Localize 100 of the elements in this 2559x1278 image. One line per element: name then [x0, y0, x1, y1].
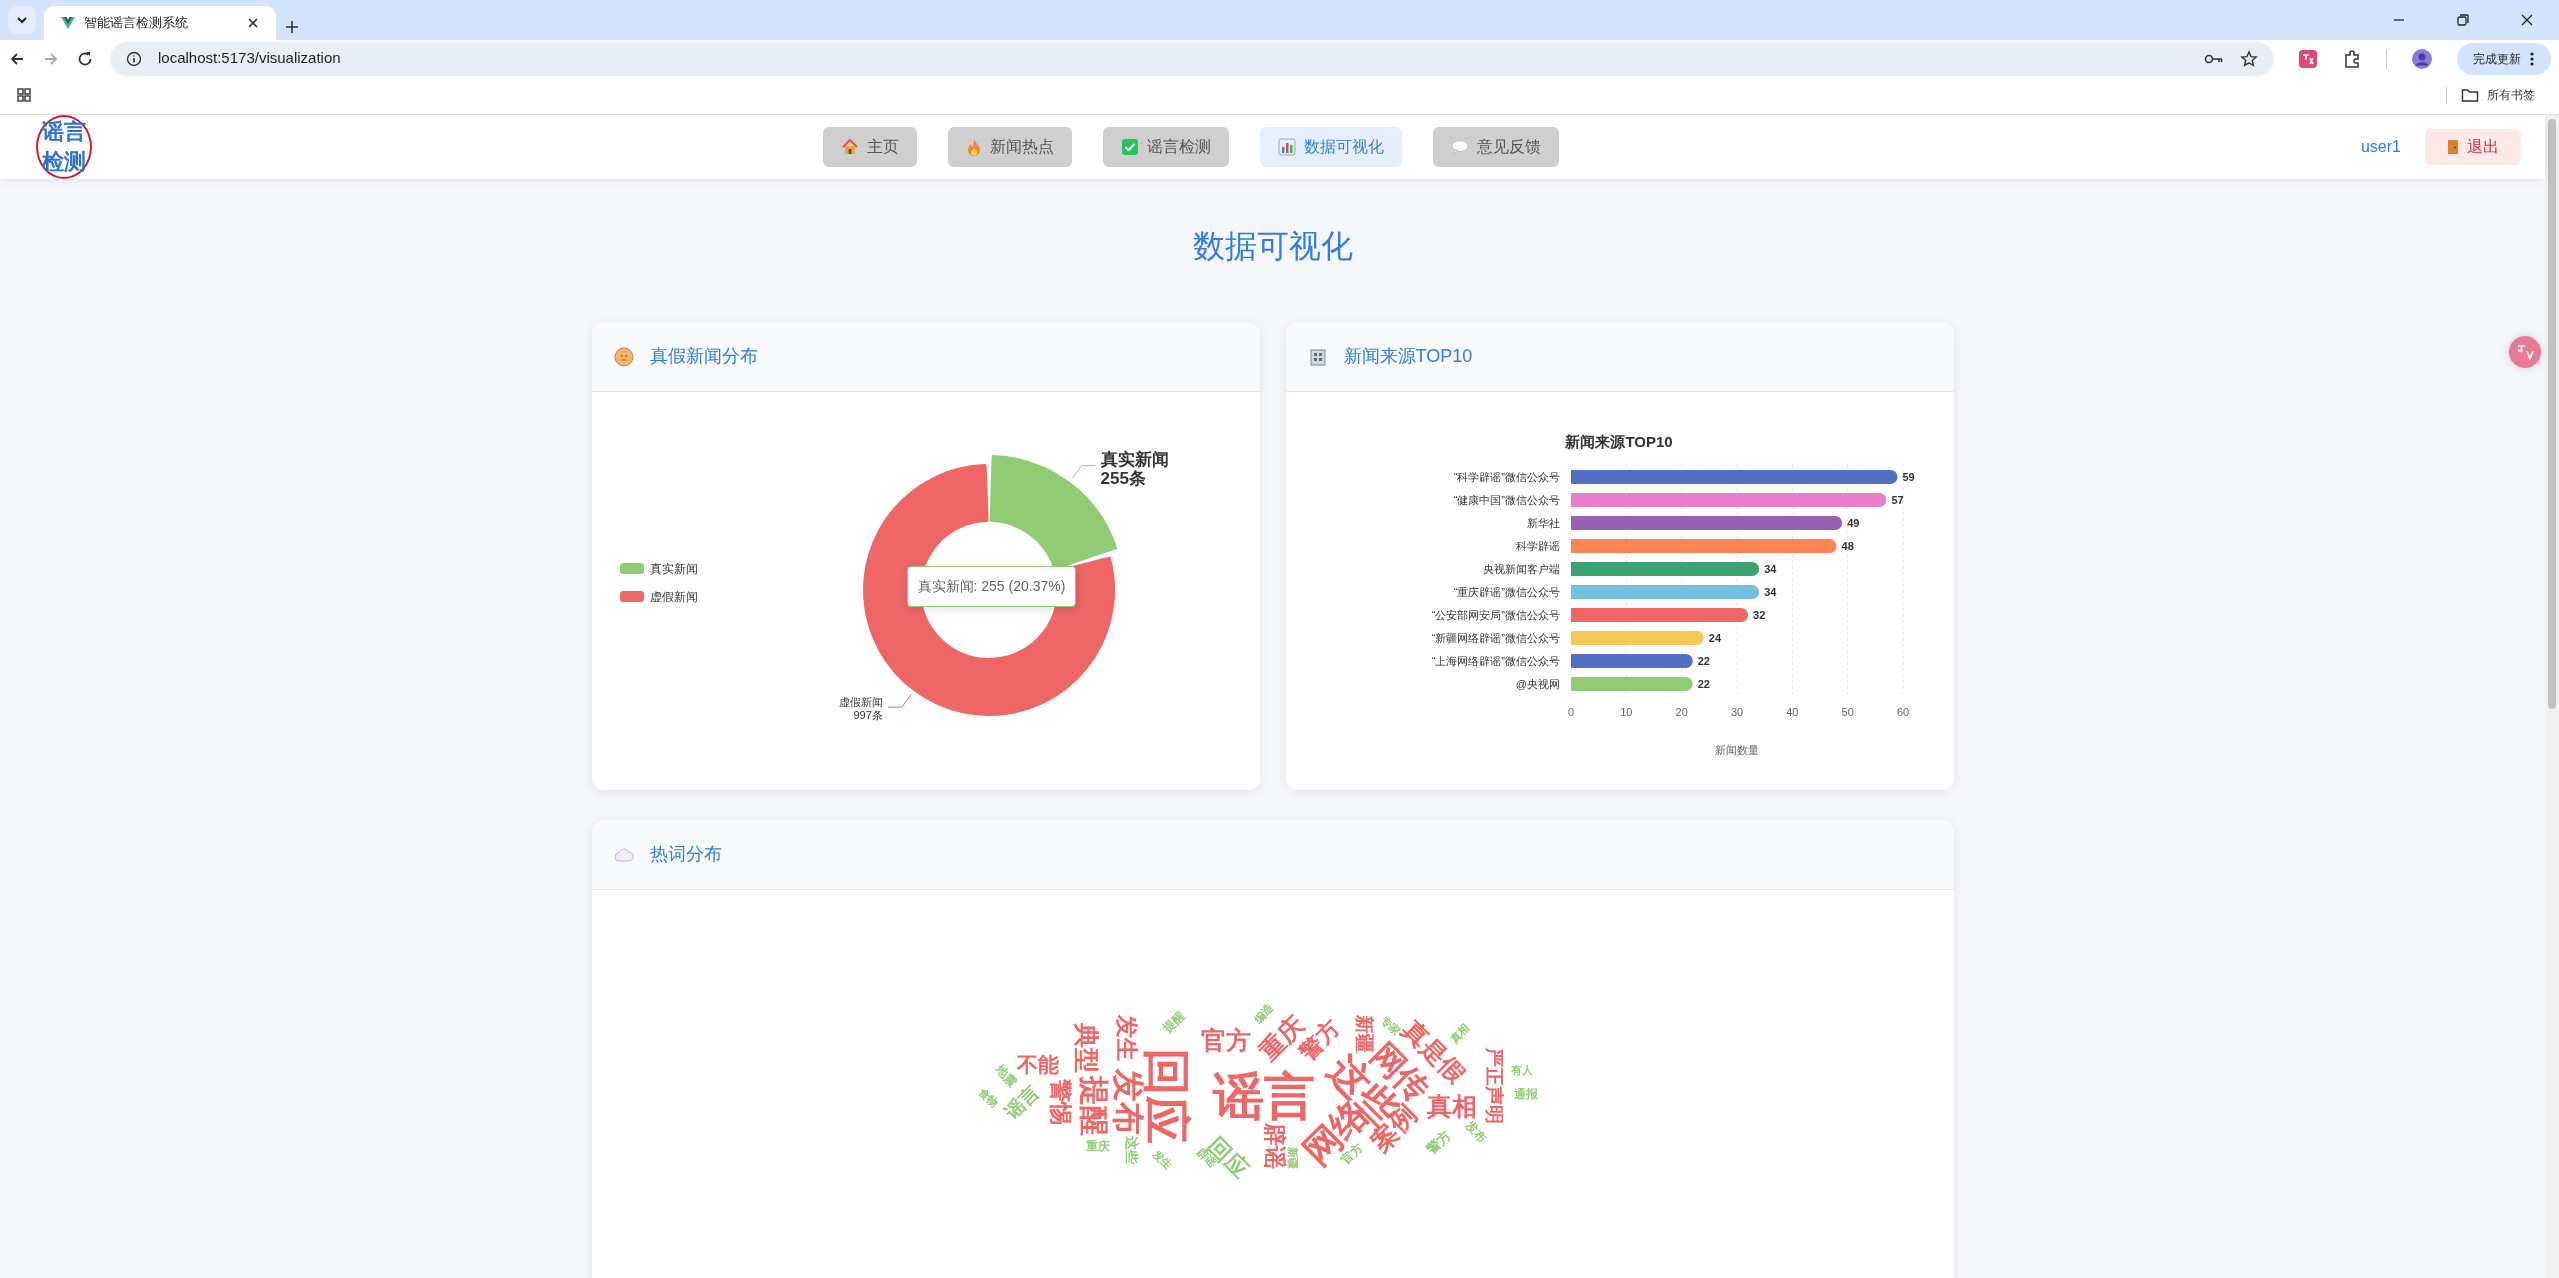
value-label: 24 [1708, 632, 1721, 645]
update-button[interactable]: 完成更新 [2457, 42, 2551, 75]
username[interactable]: user1 [2360, 134, 2401, 159]
nav-tab[interactable]: 谣言检测 [1103, 126, 1230, 167]
restore-icon[interactable] [2455, 12, 2471, 28]
bar[interactable] [1570, 562, 1759, 577]
cloud-word: 发生 [1149, 1148, 1174, 1172]
cloud-word: 严正声明 [1484, 1048, 1503, 1125]
chart-tooltip: 真实新闻: 255 (20.37%) [906, 566, 1077, 608]
tab-list-button[interactable] [8, 6, 36, 34]
slice-label: 真实新闻 255条 [1100, 449, 1169, 488]
tab-title: 智能谣言检测系统 [84, 14, 189, 33]
info-icon[interactable] [126, 50, 142, 67]
category-label: @央视网 [1515, 678, 1560, 691]
bar[interactable] [1570, 539, 1837, 554]
category-label: “科学辟谣”微信公众号 [1453, 471, 1560, 484]
cloud-word: 警方 [1422, 1127, 1453, 1157]
star-icon[interactable] [2240, 49, 2258, 68]
cloud-word: 辟谣 [1262, 1123, 1285, 1170]
bookmarks-folder[interactable]: 所有书签 [2461, 86, 2543, 105]
axis-tick-label: 50 [1841, 706, 1854, 719]
face-icon [613, 346, 634, 367]
slice-label: 虚假新闻 997条 [838, 696, 883, 722]
scrollbar[interactable] [2545, 114, 2559, 1278]
axis-tick-label: 0 [1567, 706, 1574, 719]
close-icon[interactable] [246, 16, 260, 30]
value-label: 59 [1901, 471, 1915, 484]
cloud-word: 食物 [975, 1086, 1000, 1110]
legend-swatch[interactable] [619, 591, 644, 603]
legend-label[interactable]: 真实新闻 [649, 562, 698, 577]
bar[interactable] [1570, 493, 1886, 508]
apps-icon[interactable] [16, 87, 32, 104]
url-text: localhost:5173/visualization [158, 48, 342, 69]
door-icon [2447, 138, 2459, 155]
value-label: 34 [1763, 563, 1776, 576]
cloud-word: 不能 [1016, 1053, 1059, 1075]
nav-tab[interactable]: 主页 [823, 126, 918, 167]
value-label: 32 [1752, 609, 1765, 622]
cloud-word: 发布 [1111, 1069, 1144, 1136]
nav-tab[interactable]: 新闻热点 [948, 126, 1073, 167]
value-label: 57 [1890, 494, 1904, 507]
cloud-word: 编造 [1251, 1002, 1276, 1026]
cloud-word: 典型 [1073, 1023, 1098, 1074]
category-label: “重庆辟谣”微信公众号 [1453, 586, 1560, 599]
cloud-word: 真相 [1447, 1022, 1472, 1046]
speech-bubble-icon [1451, 138, 1470, 155]
page-title: 数据可视化 [1191, 226, 1354, 266]
cloud-word: 通报 [1513, 1088, 1538, 1101]
legend-swatch[interactable] [619, 563, 644, 575]
category-label: 科学辟谣 [1515, 540, 1560, 553]
axis-tick-label: 60 [1896, 706, 1909, 719]
cloud-word: 新疆 [1286, 1147, 1297, 1170]
category-label: 新华社 [1526, 517, 1560, 530]
value-label: 22 [1697, 678, 1710, 691]
value-label: 22 [1697, 655, 1710, 668]
translate-button[interactable] [2509, 335, 2541, 368]
axis-title: 新闻数量 [1714, 744, 1759, 757]
logout-button[interactable]: 退出 [2425, 128, 2521, 165]
cloud-word: 警惕 [1048, 1079, 1071, 1126]
value-label: 34 [1763, 586, 1776, 599]
cloud-word: 谣言 [1212, 1070, 1315, 1122]
new-tab-icon[interactable] [284, 18, 300, 35]
address-bar[interactable]: localhost:5173/visualization [110, 41, 2274, 76]
more-icon [2529, 50, 2535, 67]
browser-tab[interactable]: 智能谣言检测系统 [44, 6, 276, 40]
leader-line [886, 693, 912, 708]
puzzle-icon[interactable] [2342, 48, 2362, 69]
cloud-word: 这些 [1124, 1136, 1139, 1165]
value-label: 49 [1846, 517, 1859, 530]
bookmarks-label: 所有书签 [2487, 87, 2535, 105]
cloud-word: 发生 [1114, 1015, 1137, 1062]
nav-tab[interactable]: 意见反馈 [1433, 126, 1560, 167]
cloud-word: 提醒 [1160, 1009, 1187, 1035]
card-title: 新闻来源TOP10 [1343, 345, 1473, 369]
checkbox-icon [1121, 137, 1140, 156]
cloud-word: 提醒 [1078, 1076, 1109, 1137]
axis-tick-label: 40 [1785, 706, 1798, 719]
bar[interactable] [1570, 516, 1842, 531]
category-label: 央视新闻客户端 [1482, 563, 1560, 576]
category-label: “健康中国”微信公众号 [1453, 494, 1560, 507]
reload-icon[interactable] [76, 49, 94, 68]
v-logo-icon [60, 15, 76, 31]
cloud-word: 重庆 [1085, 1140, 1110, 1153]
axis-tick-label: 20 [1675, 706, 1688, 719]
avatar-icon[interactable] [2411, 47, 2433, 70]
close-icon[interactable] [2519, 12, 2535, 28]
bar[interactable] [1570, 608, 1748, 623]
bar[interactable] [1570, 470, 1897, 485]
legend-label[interactable]: 虚假新闻 [649, 590, 698, 605]
category-label: “新疆网络辟谣”微信公众号 [1431, 632, 1560, 645]
translate-extension-icon[interactable] [2298, 48, 2318, 69]
bar[interactable] [1570, 654, 1693, 669]
value-label: 48 [1841, 540, 1854, 553]
bar-chart-icon [1278, 137, 1297, 156]
nav-tab[interactable]: 数据可视化 [1260, 126, 1403, 167]
leader-line [1071, 465, 1096, 480]
cloud-icon [613, 846, 634, 863]
fire-icon [966, 137, 983, 156]
folder-icon [2461, 87, 2479, 104]
logo[interactable]: 谣言检测 [36, 114, 92, 179]
